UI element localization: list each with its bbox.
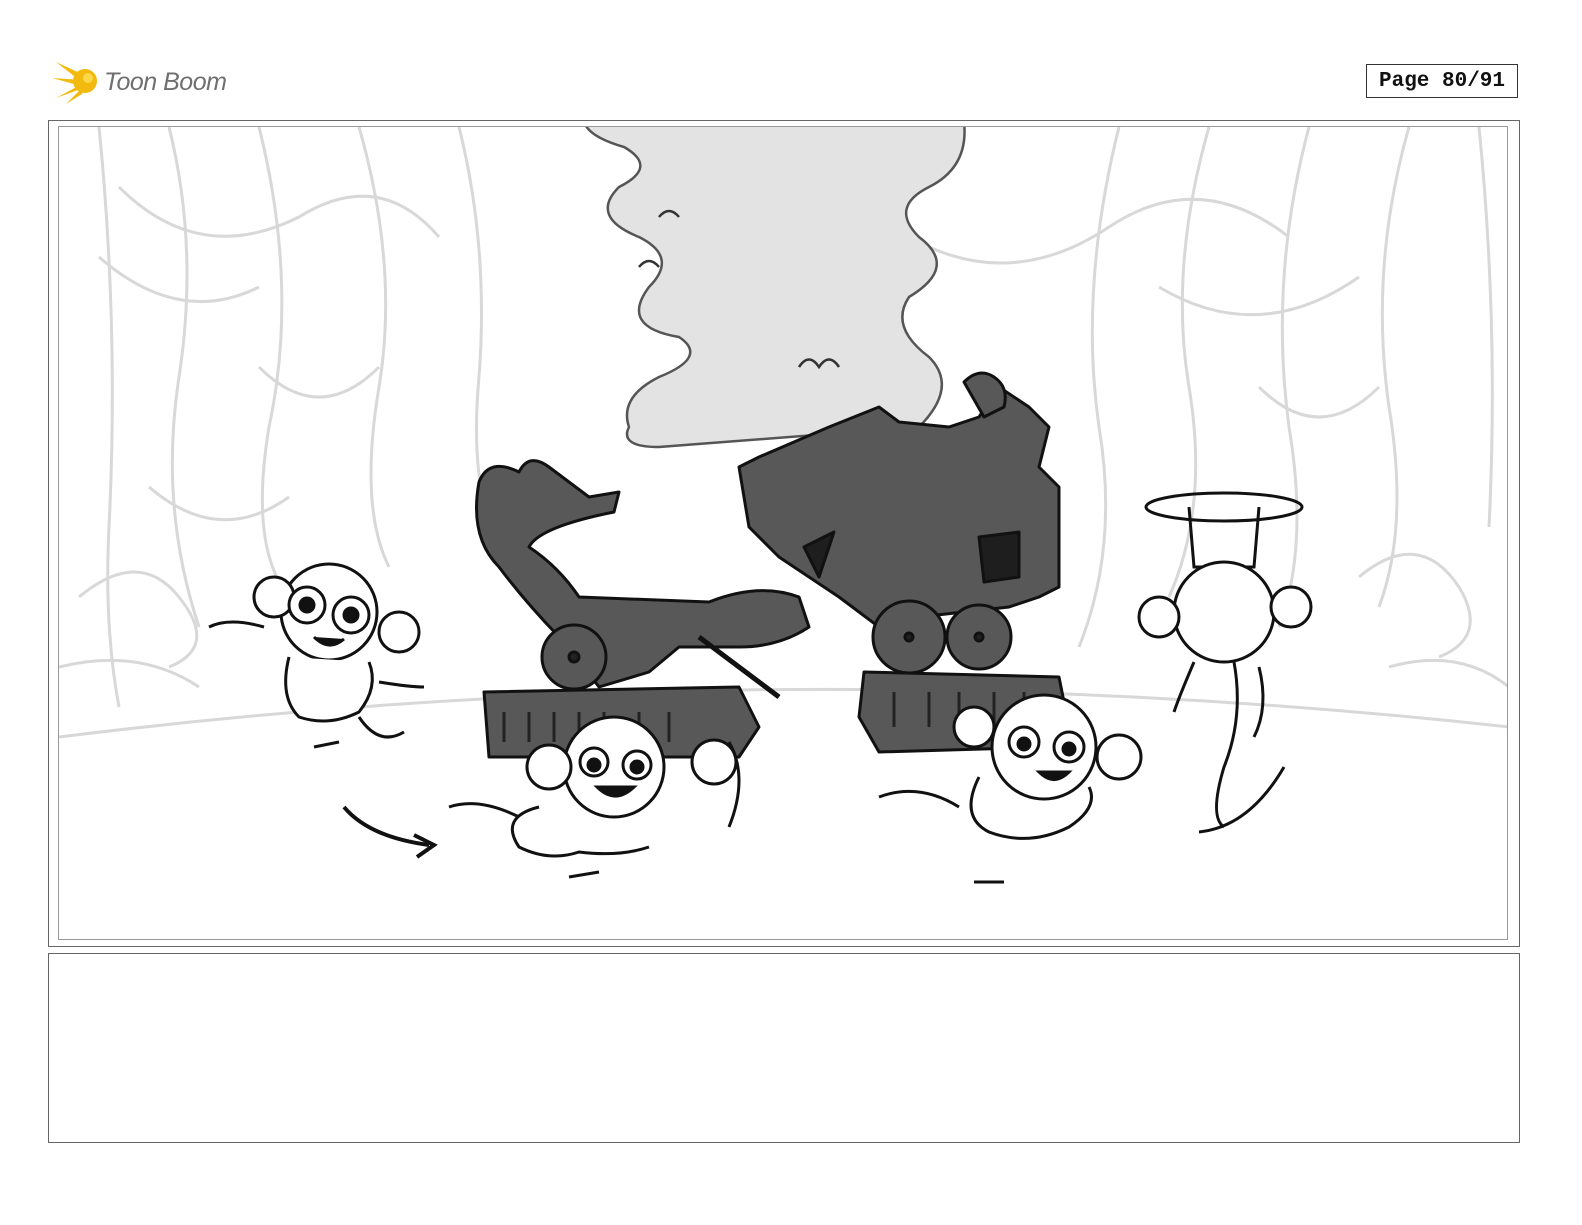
logo-text: Toon Boom — [104, 68, 227, 96]
storyboard-sketch-illustration — [59, 127, 1507, 884]
toon-boom-logo: Toon Boom — [52, 56, 252, 108]
page-number-label: Page 80/91 — [1366, 64, 1518, 98]
panel-notes-box — [48, 953, 1520, 1143]
storyboard-panel — [58, 126, 1508, 940]
smoke-cloud — [585, 127, 966, 449]
monkey-upside-down — [1137, 491, 1313, 834]
motion-arrows — [342, 805, 438, 859]
toon-boom-burst-icon — [52, 62, 97, 104]
monkey-left — [208, 562, 425, 749]
